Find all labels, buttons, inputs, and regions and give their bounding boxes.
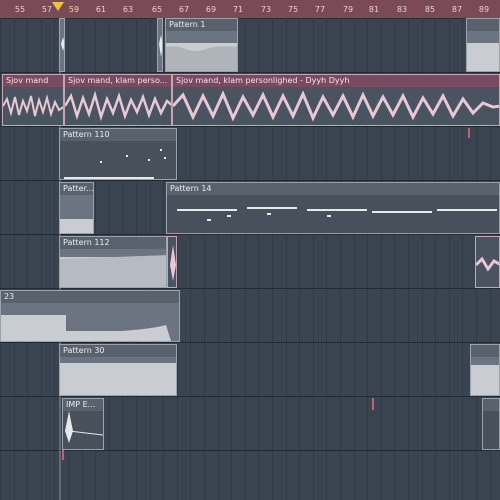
ruler-tick: 79 (342, 5, 354, 14)
clip-title: Pattern 110 (60, 129, 176, 141)
waveform (476, 256, 499, 272)
clip-title-empty (483, 399, 499, 411)
pattern-clip-pattern-30[interactable]: Pattern 30 (59, 344, 177, 396)
waveform (60, 255, 166, 287)
ruler-tick: 83 (396, 5, 408, 14)
clip-title: Pattern 14 (167, 183, 499, 195)
pattern-clip[interactable] (470, 344, 500, 396)
note (100, 161, 102, 163)
clip-title: Sjov mand (3, 75, 63, 87)
note (437, 209, 497, 211)
marker-icon (372, 398, 374, 410)
waveform (1, 315, 171, 341)
ruler-tick: 69 (205, 5, 217, 14)
waveform (61, 37, 64, 51)
pattern-clip-23[interactable]: 23 (0, 290, 180, 342)
ruler-tick: 71 (232, 5, 244, 14)
waveform (65, 411, 103, 443)
pattern-clip[interactable] (157, 18, 163, 72)
note (307, 209, 367, 211)
ruler-tick: 75 (287, 5, 299, 14)
ruler-tick: 73 (260, 5, 272, 14)
audio-clip-sjov-mand[interactable]: Sjov mand (2, 74, 64, 126)
marker-icon (468, 128, 470, 138)
pattern-clip[interactable] (482, 398, 500, 450)
track-divider (0, 234, 500, 235)
audio-clip-small-2[interactable] (475, 236, 500, 288)
audio-clip-dyyh-dyyh[interactable]: Sjov mand, klam personlighed - Dyyh Dyyh (172, 74, 500, 126)
note (64, 177, 154, 179)
clip-title: Patter... (60, 183, 93, 195)
track-divider (0, 180, 500, 181)
clip-title: Pattern 1 (166, 19, 237, 31)
timeline-ruler[interactable]: 55 57 59 61 63 65 67 69 71 73 75 77 79 8… (0, 0, 500, 19)
waveform (65, 90, 171, 122)
note (160, 149, 162, 151)
ruler-tick: 63 (122, 5, 134, 14)
marker-icon (62, 450, 64, 460)
note (207, 219, 211, 221)
track-divider (0, 450, 500, 451)
pattern-clip-short[interactable]: Patter... (59, 182, 94, 234)
note (164, 157, 166, 159)
waveform (159, 35, 162, 57)
pattern-clip-pattern-1[interactable]: Pattern 1 (165, 18, 238, 72)
waveform (60, 363, 176, 395)
ruler-tick: 85 (424, 5, 436, 14)
pattern-clip[interactable] (59, 18, 65, 72)
note (372, 211, 432, 213)
waveform (60, 219, 93, 233)
grid-line (0, 18, 1, 500)
ruler-tick: 89 (478, 5, 490, 14)
pattern-clip-pattern-14[interactable]: Pattern 14 (166, 182, 500, 234)
pattern-clip[interactable] (466, 18, 500, 72)
note (267, 213, 271, 215)
ruler-tick: 81 (368, 5, 380, 14)
track-divider (0, 396, 500, 397)
pattern-clip-pattern-110[interactable]: Pattern 110 (59, 128, 177, 180)
ruler-tick: 77 (314, 5, 326, 14)
note (126, 155, 128, 157)
waveform (170, 245, 176, 281)
ruler-tick: 57 (41, 5, 53, 14)
audio-clip-sjov-mand-2[interactable]: Sjov mand, klam perso... (64, 74, 172, 126)
playhead-icon[interactable] (52, 2, 64, 11)
ruler-tick: 59 (68, 5, 80, 14)
track-divider (0, 342, 500, 343)
track-divider (0, 72, 500, 73)
clip-title-empty (467, 19, 499, 31)
note (327, 215, 331, 217)
ruler-tick: 65 (151, 5, 163, 14)
ruler-tick: 61 (95, 5, 107, 14)
pattern-clip-pattern-112[interactable]: Pattern 112 (59, 236, 167, 288)
ruler-tick: 67 (178, 5, 190, 14)
note (177, 209, 237, 211)
audio-clip-small[interactable] (167, 236, 177, 288)
pattern-clip-imp[interactable]: IMP E... (62, 398, 104, 450)
waveform (467, 43, 499, 71)
clip-title: Sjov mand, klam personlighed - Dyyh Dyyh (173, 75, 499, 87)
clip-title: Sjov mand, klam perso... (65, 75, 171, 87)
track-divider (0, 288, 500, 289)
note (148, 159, 150, 161)
waveform (3, 94, 63, 118)
note (247, 207, 297, 209)
track-divider (0, 126, 500, 127)
waveform (166, 43, 237, 71)
ruler-tick: 55 (14, 5, 26, 14)
note (227, 215, 231, 217)
waveform (471, 365, 499, 395)
waveform (173, 90, 499, 122)
ruler-tick: 87 (451, 5, 463, 14)
